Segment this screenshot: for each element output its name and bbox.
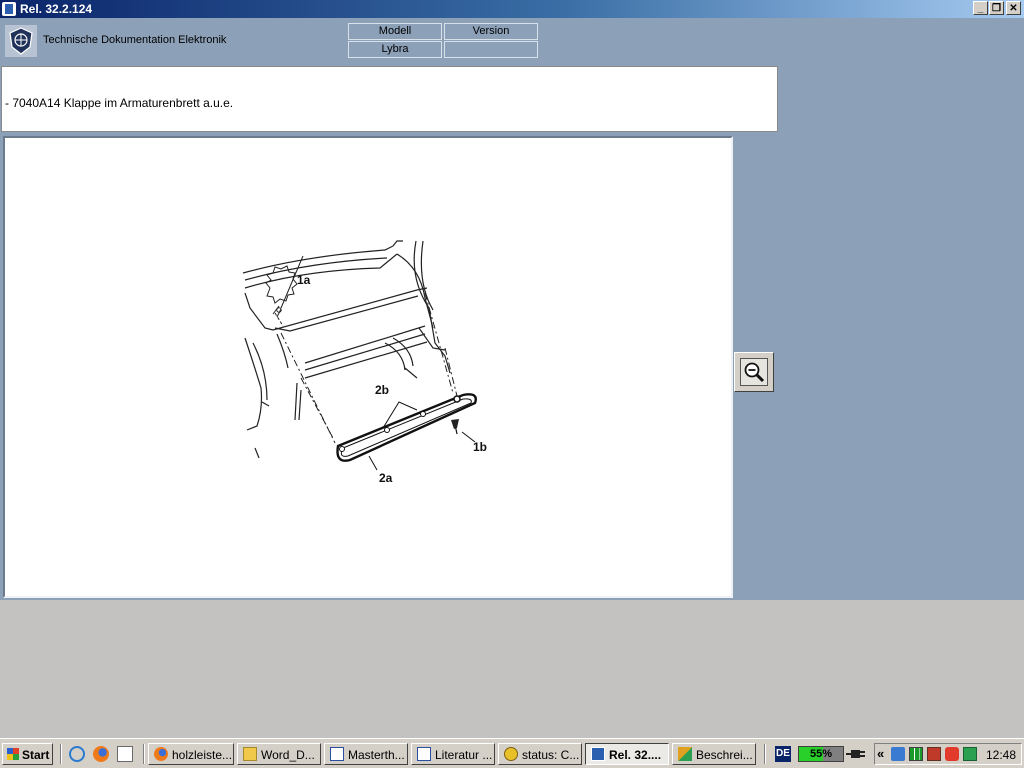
start-button[interactable]: Start	[2, 743, 53, 765]
task-beschrei[interactable]: Beschrei...	[672, 743, 756, 765]
task-masterth[interactable]: Masterth...	[324, 743, 408, 765]
app-icon	[591, 747, 605, 761]
network-signal-icon[interactable]	[909, 747, 923, 761]
power-plug-icon	[846, 750, 865, 758]
callout-2b: 2b	[375, 383, 389, 397]
model-value: Lybra	[348, 41, 442, 58]
task-label: Rel. 32....	[609, 748, 662, 762]
technical-drawing: 1a 1b 2a 2b	[242, 240, 487, 485]
task-word-d[interactable]: Word_D...	[237, 743, 321, 765]
restore-button[interactable]: ❐	[989, 1, 1004, 15]
taskbar: Start holzleiste... Word_D... Masterth..…	[0, 738, 1024, 768]
logo-icon	[5, 25, 37, 57]
word-icon	[330, 747, 344, 761]
drawing-panel: 1a 1b 2a 2b	[3, 136, 733, 598]
taskbar-separator	[764, 744, 766, 764]
component-description: - 7040A14 Klappe im Armaturenbrett a.u.e…	[5, 96, 234, 110]
zoom-out-icon	[744, 362, 765, 383]
minimize-button[interactable]: _	[973, 1, 988, 15]
window-title: Rel. 32.2.124	[20, 2, 93, 16]
task-status[interactable]: status: C...	[498, 743, 582, 765]
version-column-header: Version	[444, 23, 538, 40]
task-holzleiste[interactable]: holzleiste...	[148, 743, 234, 765]
folder-icon	[243, 747, 257, 761]
desktop-icon[interactable]	[117, 746, 133, 762]
task-rel-active[interactable]: Rel. 32....	[585, 743, 669, 765]
firefox-icon	[154, 747, 168, 761]
app-header: Technische Dokumentation Elektronik Mode…	[0, 18, 1024, 62]
clock[interactable]: 12:48	[986, 748, 1016, 762]
callout-1b: 1b	[473, 440, 487, 454]
word-icon	[417, 747, 431, 761]
taskbar-separator	[143, 744, 145, 764]
version-value	[444, 41, 538, 58]
start-label: Start	[22, 748, 50, 762]
sync-icon[interactable]	[963, 747, 977, 761]
header-title: Technische Dokumentation Elektronik	[43, 34, 227, 46]
ie-icon[interactable]	[69, 746, 85, 762]
volume-icon[interactable]	[891, 747, 905, 761]
task-label: status: C...	[522, 748, 580, 762]
task-label: Literatur ...	[435, 748, 493, 762]
title-bar[interactable]: Rel. 32.2.124 _ ❐ ✕	[0, 0, 1024, 18]
task-label: holzleiste...	[172, 748, 233, 762]
network-connection-icon[interactable]	[927, 747, 941, 761]
chat-icon	[504, 747, 518, 761]
model-column-header: Modell	[348, 23, 442, 40]
system-tray: « 12:48	[874, 743, 1022, 765]
main-area: - 7040A14 Klappe im Armaturenbrett a.u.e…	[0, 62, 1024, 600]
task-literatur[interactable]: Literatur ...	[411, 743, 495, 765]
info-panel: - 7040A14 Klappe im Armaturenbrett a.u.e…	[1, 66, 778, 132]
taskbar-separator	[60, 744, 62, 764]
show-hidden-icons-chevron-icon[interactable]: «	[877, 746, 884, 761]
close-button[interactable]: ✕	[1006, 1, 1021, 15]
zoom-out-button[interactable]	[734, 352, 774, 392]
callout-1a: 1a	[297, 273, 311, 287]
task-label: Masterth...	[348, 748, 405, 762]
windows-flag-icon	[7, 748, 19, 760]
task-label: Word_D...	[261, 748, 315, 762]
battery-meter: 55%	[798, 746, 844, 762]
antivirus-icon[interactable]	[945, 747, 959, 761]
firefox-icon[interactable]	[93, 746, 109, 762]
pen-icon	[678, 747, 692, 761]
app-icon	[2, 2, 16, 16]
language-indicator[interactable]: DE	[775, 746, 791, 762]
task-label: Beschrei...	[696, 748, 753, 762]
callout-2a: 2a	[379, 471, 393, 485]
